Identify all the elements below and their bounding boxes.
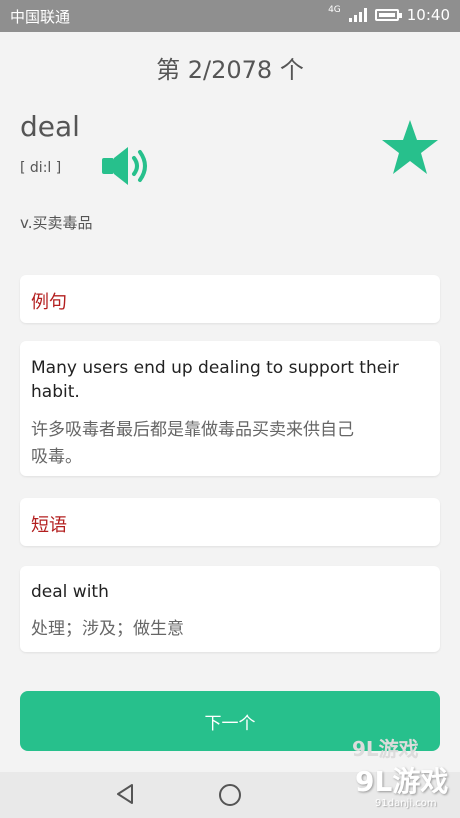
speaker-icon[interactable] bbox=[100, 144, 156, 188]
watermark-url: 91danji.com bbox=[375, 798, 437, 809]
example-english-line1: Many users end up dealing to support the… bbox=[31, 358, 399, 378]
signal-icon bbox=[348, 8, 367, 22]
word-title: deal bbox=[20, 110, 80, 143]
example-chinese-line1: 许多吸毒者最后都是靠做毒品买卖来供自己 bbox=[31, 420, 354, 440]
phonetic: [ di:l ] bbox=[20, 160, 62, 176]
phrase-english: deal with bbox=[31, 582, 109, 602]
progress-counter: 第 2/2078 个 bbox=[156, 56, 304, 84]
clock: 10:40 bbox=[406, 6, 450, 24]
battery-icon bbox=[374, 9, 402, 21]
example-english-line2: habit. bbox=[31, 382, 80, 402]
network-type: 4G bbox=[328, 5, 341, 15]
home-icon[interactable] bbox=[218, 783, 242, 807]
carrier-name: 中国联通 bbox=[10, 8, 71, 26]
status-icons: 4G 10:40 bbox=[328, 5, 450, 24]
status-bar: 中国联通 4G 10:40 bbox=[0, 0, 460, 32]
phrase-label-card bbox=[20, 498, 440, 546]
example-label: 例句 bbox=[31, 292, 67, 313]
phrase-chinese: 处理；涉及；做生意 bbox=[31, 619, 184, 639]
word-meaning: v.买卖毒品 bbox=[20, 214, 93, 232]
watermark-logo: 9L游戏 bbox=[355, 765, 449, 798]
star-icon[interactable] bbox=[380, 118, 440, 178]
example-chinese-line2: 吸毒。 bbox=[31, 447, 82, 467]
back-icon[interactable] bbox=[114, 782, 138, 806]
phrase-label: 短语 bbox=[31, 515, 67, 536]
watermark-logo-small: 9L游戏 bbox=[352, 737, 419, 761]
example-label-card bbox=[20, 275, 440, 323]
